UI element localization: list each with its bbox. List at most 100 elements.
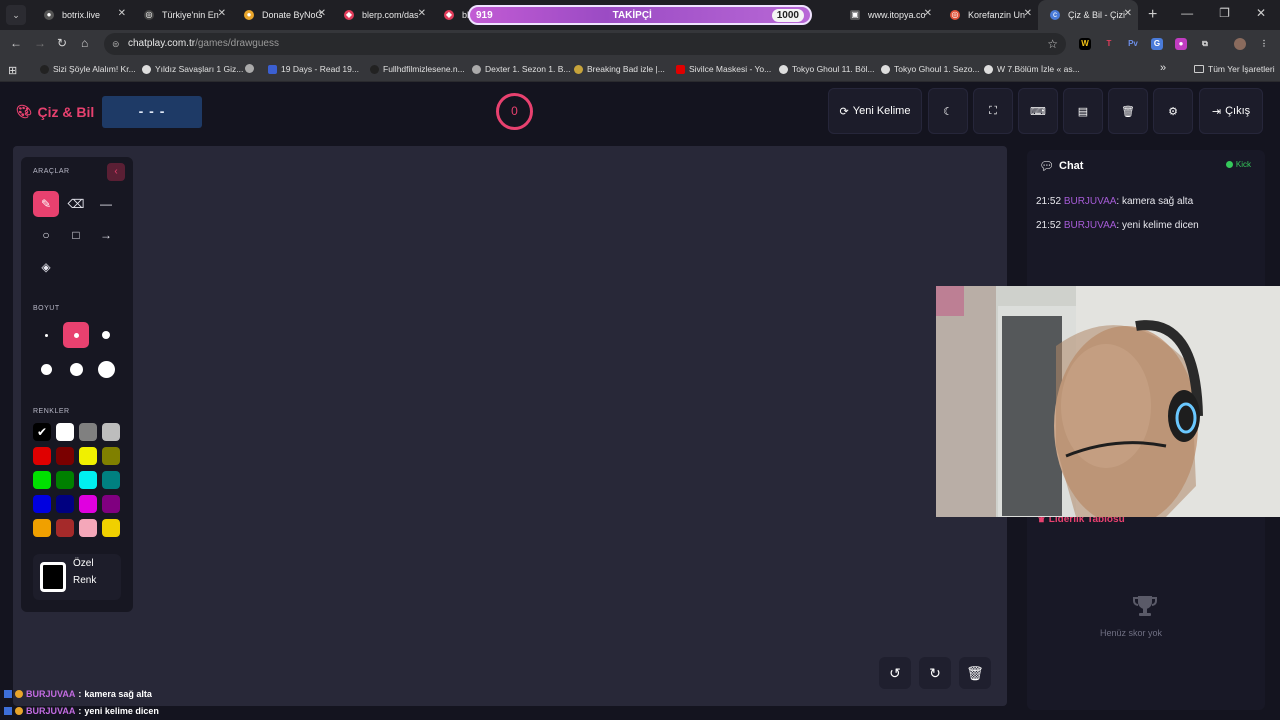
profile-avatar[interactable] <box>1234 38 1246 50</box>
clear-canvas-button[interactable]: 🗑︎ <box>959 657 991 689</box>
tab-donate[interactable]: ● Donate ByNoG ✕ <box>232 0 332 30</box>
tab-itopya[interactable]: ▣ www.itopya.co ✕ <box>838 0 938 30</box>
bookmark-item[interactable]: Breaking Bad izle |... <box>574 64 665 74</box>
color-swatch[interactable] <box>56 423 74 441</box>
fill-tool[interactable]: ◈ <box>33 254 59 280</box>
size-option-3[interactable] <box>93 322 119 348</box>
apps-grid-icon[interactable]: ⊞ <box>8 64 17 77</box>
bookmark-item[interactable]: W 7.Bölüm İzle « as... <box>984 64 1080 74</box>
tab-korefanzin[interactable]: ◎ Korefanzin Un ✕ <box>938 0 1038 30</box>
color-swatch[interactable] <box>79 519 97 537</box>
minimize-icon[interactable]: — <box>1181 6 1193 20</box>
maximize-icon[interactable]: ❐ <box>1219 6 1230 20</box>
collapse-panel-button[interactable]: ‹ <box>107 163 125 181</box>
color-swatch[interactable] <box>79 447 97 465</box>
new-word-button[interactable]: ⟳ Yeni Kelime <box>828 88 922 134</box>
tab-search-button[interactable]: ⌄ <box>6 5 26 25</box>
close-icon[interactable]: ✕ <box>118 8 126 19</box>
bookmark-item[interactable]: Sizi Şöyle Alalım! Kr... <box>40 64 136 74</box>
theme-toggle-button[interactable]: ☾ <box>928 88 968 134</box>
color-swatch[interactable] <box>79 495 97 513</box>
extension-translate-icon[interactable]: G <box>1151 38 1163 50</box>
app-logo[interactable]: 🎨︎ Çiz & Bil <box>16 104 94 120</box>
logout-button[interactable]: ⇥ Çıkış <box>1199 88 1263 134</box>
color-swatch[interactable] <box>102 495 120 513</box>
color-swatch[interactable] <box>33 519 51 537</box>
extension-purple-icon[interactable]: ● <box>1175 38 1187 50</box>
extension-t-icon[interactable]: T <box>1103 38 1115 50</box>
close-icon[interactable]: ✕ <box>218 8 226 19</box>
new-tab-button[interactable]: + <box>1148 6 1157 24</box>
url-host: chatplay.com.tr <box>128 38 196 49</box>
browser-menu-icon[interactable]: ⋮ <box>1258 38 1270 50</box>
size-option-5[interactable] <box>63 356 89 382</box>
undo-button[interactable]: ↺ <box>879 657 911 689</box>
home-icon[interactable]: ⌂ <box>81 36 88 50</box>
bookmark-item[interactable]: Dexter 1. Sezon 1. B... <box>472 64 571 74</box>
close-icon[interactable]: ✕ <box>924 8 932 19</box>
color-swatch[interactable]: ✔ <box>33 423 51 441</box>
all-bookmarks-folder[interactable]: Tüm Yer İşaretleri <box>1194 64 1275 74</box>
extension-pv-icon[interactable]: Pv <box>1127 38 1139 50</box>
tab-ciz-bil[interactable]: c Çiz & Bil - Çizi ✕ <box>1038 0 1138 30</box>
clear-button[interactable]: 🗑︎ <box>1108 88 1148 134</box>
color-swatch[interactable] <box>56 519 74 537</box>
arrow-tool[interactable]: → <box>93 222 119 248</box>
color-swatch[interactable] <box>102 447 120 465</box>
close-icon[interactable]: ✕ <box>318 8 326 19</box>
bookmark-star-icon[interactable]: ☆ <box>1047 33 1058 55</box>
color-swatch[interactable] <box>56 495 74 513</box>
color-swatch[interactable] <box>102 519 120 537</box>
extension-w-icon[interactable]: W <box>1079 38 1091 50</box>
circle-tool[interactable]: ○ <box>33 222 59 248</box>
tab-blerp[interactable]: ◆ blerp <box>432 0 472 30</box>
extensions-puzzle-icon[interactable]: ⧉ <box>1199 38 1211 50</box>
color-swatch[interactable] <box>33 471 51 489</box>
tab-turkiye[interactable]: ◎ Türkiye'nin En ✕ <box>132 0 232 30</box>
back-arrow-icon[interactable]: ← <box>10 36 22 50</box>
size-option-2[interactable] <box>63 322 89 348</box>
size-option-1[interactable] <box>33 322 59 348</box>
tab-blerp-dashboard[interactable]: ◆ blerp.com/das ✕ <box>332 0 432 30</box>
bookmark-item[interactable]: Yıldız Savaşları 1 Giz... <box>142 64 243 74</box>
color-swatch[interactable] <box>33 495 51 513</box>
reload-icon[interactable]: ↻ <box>57 36 67 50</box>
color-swatch[interactable] <box>79 471 97 489</box>
brush-tool[interactable]: ✎ <box>33 191 59 217</box>
close-window-icon[interactable]: ✕ <box>1256 6 1266 20</box>
bookmark-item[interactable]: Tokyo Ghoul 11. Böl... <box>779 64 875 74</box>
bookmarks-overflow-icon[interactable]: » <box>1160 62 1166 74</box>
size-option-4[interactable] <box>33 356 59 382</box>
circle-icon: ○ <box>42 228 50 242</box>
color-swatch[interactable] <box>56 447 74 465</box>
bookmark-item[interactable]: Tokyo Ghoul 1. Sezo... <box>881 64 980 74</box>
redo-button[interactable]: ↻ <box>919 657 951 689</box>
custom-color-button[interactable]: Özel Renk <box>33 554 121 600</box>
color-swatch[interactable] <box>33 447 51 465</box>
close-icon[interactable]: ✕ <box>418 8 426 19</box>
bookmark-item[interactable]: Sivilce Maskesi - Yo... <box>676 64 771 74</box>
bookmark-item[interactable]: Fullhdfilmizlesene.n... <box>370 64 465 74</box>
bookmark-item[interactable] <box>245 64 254 73</box>
size-option-6[interactable] <box>93 356 119 382</box>
drawing-canvas[interactable] <box>13 146 1007 706</box>
bookmarks-bar: ⊞ Sizi Şöyle Alalım! Kr... Yıldız Savaşl… <box>0 58 1280 82</box>
bookmark-item[interactable]: 19 Days - Read 19... <box>268 64 359 74</box>
fullscreen-button[interactable]: ⛶ <box>973 88 1013 134</box>
archive-button[interactable]: ▤ <box>1063 88 1103 134</box>
line-tool[interactable]: — <box>93 191 119 217</box>
color-swatch[interactable] <box>56 471 74 489</box>
forward-arrow-icon[interactable]: → <box>34 36 46 50</box>
tab-botrix[interactable]: ● botrix.live ✕ <box>32 0 132 30</box>
eraser-tool[interactable]: ⌫ <box>63 191 89 217</box>
close-icon[interactable]: ✕ <box>1024 8 1032 19</box>
settings-button[interactable]: ⚙ <box>1153 88 1193 134</box>
site-info-icon[interactable]: ⊜ <box>112 33 120 55</box>
address-field[interactable]: ⊜ chatplay.com.tr/games/drawguess ☆ <box>104 33 1066 55</box>
close-icon[interactable]: ✕ <box>1124 8 1132 19</box>
color-swatch[interactable] <box>102 423 120 441</box>
keyboard-button[interactable]: ⌨ <box>1018 88 1058 134</box>
color-swatch[interactable] <box>102 471 120 489</box>
color-swatch[interactable] <box>79 423 97 441</box>
rectangle-tool[interactable]: □ <box>63 222 89 248</box>
